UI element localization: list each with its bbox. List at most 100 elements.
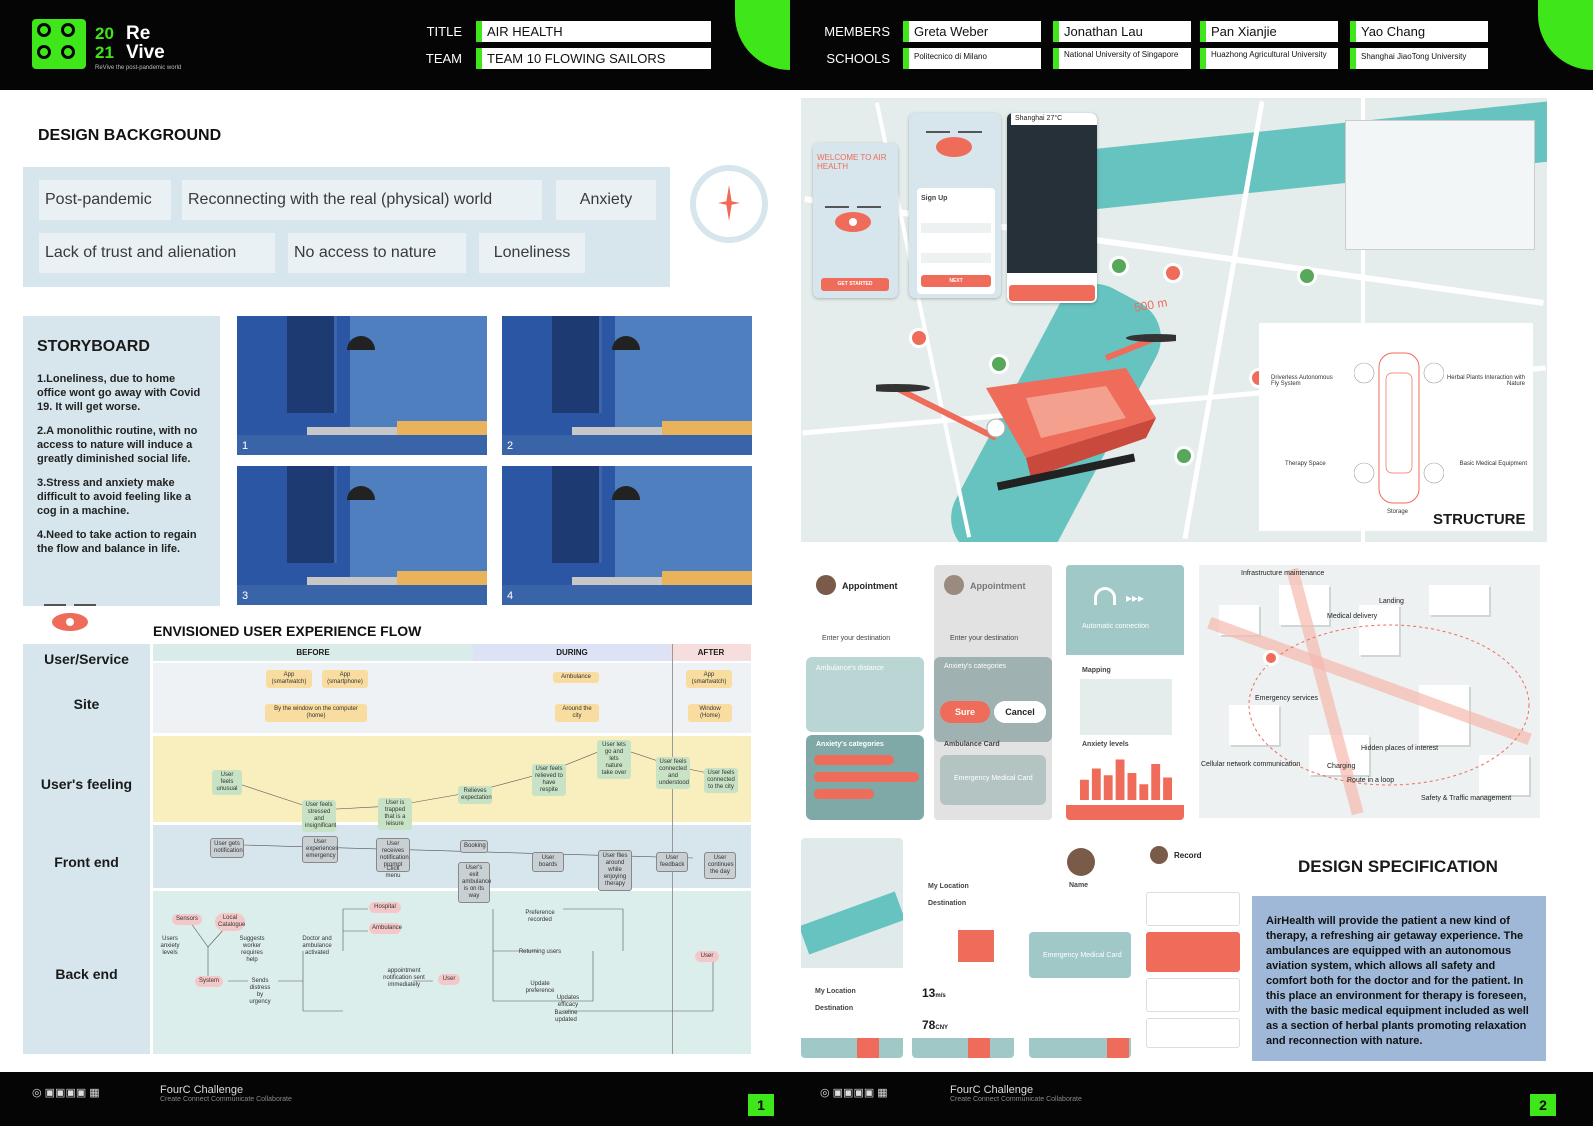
panel-number: 3 xyxy=(242,590,249,602)
anxiety-bar xyxy=(1139,784,1149,800)
storyboard-panel-2: 2 xyxy=(502,316,752,455)
destination-input[interactable]: Enter your destination xyxy=(822,635,890,642)
node-front: User experiences emergency xyxy=(302,836,338,863)
profile-screen: Name Emergency Medical Card xyxy=(1029,838,1131,1058)
schools-label: SCHOOLS xyxy=(826,51,890,66)
node-feeling: User feels connected to the city xyxy=(704,768,738,793)
node-service: App (smartphone) xyxy=(322,670,368,688)
title-value: AIR HEALTH xyxy=(476,21,711,42)
structure-title: STRUCTURE xyxy=(1433,511,1526,528)
row-label-front-end: Front end xyxy=(23,822,150,888)
storyboard-panel-4: 4 xyxy=(502,466,752,605)
phase-before: BEFORE xyxy=(153,644,473,661)
anxiety-bar xyxy=(1151,764,1161,800)
node-site: Window (Home) xyxy=(688,704,732,722)
avatar xyxy=(1067,848,1095,876)
design-spec-title: DESIGN SPECIFICATION xyxy=(1298,857,1498,876)
hospital-marker-icon xyxy=(1263,650,1279,666)
panel-number: 4 xyxy=(507,590,514,602)
school-2: National University of Singapore xyxy=(1053,48,1191,69)
node-feeling: User feels connected and understood xyxy=(656,757,690,789)
appointment-screen-a: Appointment Enter your destination Ambul… xyxy=(806,565,924,820)
sign-up-label: Sign Up xyxy=(921,195,948,202)
green-corner-right xyxy=(1538,0,1593,70)
next-button[interactable]: NEXT xyxy=(921,275,991,287)
welcome-screen: WELCOME TO AIR HEALTH GET STARTED xyxy=(813,143,898,298)
storyboard-panel-1: 1 xyxy=(237,316,487,455)
drone-structure-diagram xyxy=(1354,352,1444,504)
drone-icon xyxy=(926,131,982,157)
band-service-site xyxy=(153,663,751,733)
city-label: Infrastructure maintenance xyxy=(1241,570,1325,577)
email-field[interactable] xyxy=(921,223,991,233)
signup-screen: Sign Up NEXT xyxy=(909,113,1001,298)
page-number-1: 1 xyxy=(748,1094,774,1116)
city-label: Hidden places of interest xyxy=(1361,745,1439,752)
park-marker-icon xyxy=(1109,256,1129,276)
members-label: MEMBERS xyxy=(824,24,890,39)
storyboard-item-3: 3.Stress and anxiety make difficult to a… xyxy=(37,477,192,517)
record-screen: Record xyxy=(1142,838,1244,1058)
storyboard-item-2: 2.A monolithic routine, with no access t… xyxy=(37,425,198,465)
design-spec-text: AirHealth will provide the patient a new… xyxy=(1266,915,1529,1047)
member-3: Pan Xianjie xyxy=(1200,21,1338,42)
price-readout: 78CNY xyxy=(922,1018,949,1032)
node-back: Suggests worker requires help xyxy=(239,936,265,963)
node-front: User flies around while enjoying therapy xyxy=(598,850,632,891)
node-back: Sends distress by urgency xyxy=(249,978,271,1005)
profile-nav-icon[interactable] xyxy=(1107,1038,1129,1058)
fourc-logo: FourC Challenge Create Connect Communicat… xyxy=(160,1084,292,1103)
design-background-title: DESIGN BACKGROUND xyxy=(38,127,222,144)
sure-button[interactable]: Sure xyxy=(940,701,990,723)
node-back: Baseline updated xyxy=(554,1010,578,1023)
node-back: Preference recorded xyxy=(525,910,555,923)
anxiety-bar xyxy=(1163,777,1172,800)
location-nav-icon[interactable] xyxy=(968,1038,990,1058)
node-front: Booking xyxy=(460,840,488,853)
node-back: Sensors xyxy=(172,914,202,925)
city-label: Cellular network communication xyxy=(1201,761,1301,768)
node-back: User xyxy=(438,974,460,985)
get-started-button[interactable]: GET STARTED xyxy=(821,278,889,291)
node-back: User xyxy=(695,951,719,962)
node-back: Ambulance xyxy=(369,923,402,934)
node-back: Doctor and ambulance activated xyxy=(302,936,332,956)
avatar xyxy=(1150,846,1168,864)
school-4: Shanghai JiaoTong University xyxy=(1350,48,1488,69)
node-feeling: User feels relieved to have respite xyxy=(532,764,566,796)
appointment-screen-b: Appointment Enter your destination Anxie… xyxy=(934,565,1052,820)
member-2: Jonathan Lau xyxy=(1053,21,1191,42)
member-1: Greta Weber xyxy=(903,21,1041,42)
storyboard-panel: STORYBOARD 1.Loneliness, due to home off… xyxy=(23,316,220,606)
map-screen: Shanghai 27°C xyxy=(1007,113,1097,303)
anxiety-bar xyxy=(1080,779,1089,800)
avatar xyxy=(944,575,964,595)
drone-icon xyxy=(825,206,881,232)
cancel-button[interactable]: Cancel xyxy=(994,701,1046,723)
password-field[interactable] xyxy=(921,253,991,263)
mini-map xyxy=(1080,679,1172,735)
tag-reconnecting: Reconnecting with the real (physical) wo… xyxy=(182,180,542,220)
structure-label: Herbal Plants Interaction with Nature xyxy=(1446,375,1525,387)
drone-icon xyxy=(44,604,96,631)
row-label-site: Site xyxy=(23,674,150,734)
member-4: Yao Chang xyxy=(1350,21,1488,42)
location-nav-icon[interactable] xyxy=(857,1038,879,1058)
node-back: System xyxy=(195,976,223,987)
node-front: Click menu xyxy=(385,866,401,879)
mapping-screen: ▸▸▸ Automatic connection Mapping Anxiety… xyxy=(1066,565,1184,820)
air-ambulance-drone-icon xyxy=(876,334,1176,491)
park-marker-icon xyxy=(1174,446,1194,466)
row-label-back-end: Back end xyxy=(23,888,150,1054)
anxiety-bar xyxy=(1091,768,1101,800)
node-back: Returning users xyxy=(518,949,562,955)
header-bar: 20 21 Re Vive ReVive the post-pandemic wor… xyxy=(0,0,1593,90)
school-1: Politecnico di Milano xyxy=(903,48,1041,69)
tag-lack-of-trust: Lack of trust and alienation xyxy=(39,233,275,273)
anxiety-bar xyxy=(1103,775,1113,800)
tag-anxiety: Anxiety xyxy=(556,180,656,220)
team-value: TEAM 10 FLOWING SAILORS xyxy=(476,48,711,69)
city-label: Route in a loop xyxy=(1347,777,1395,784)
node-site: Around the city xyxy=(555,704,599,722)
anxiety-bar-chart xyxy=(1080,759,1172,800)
